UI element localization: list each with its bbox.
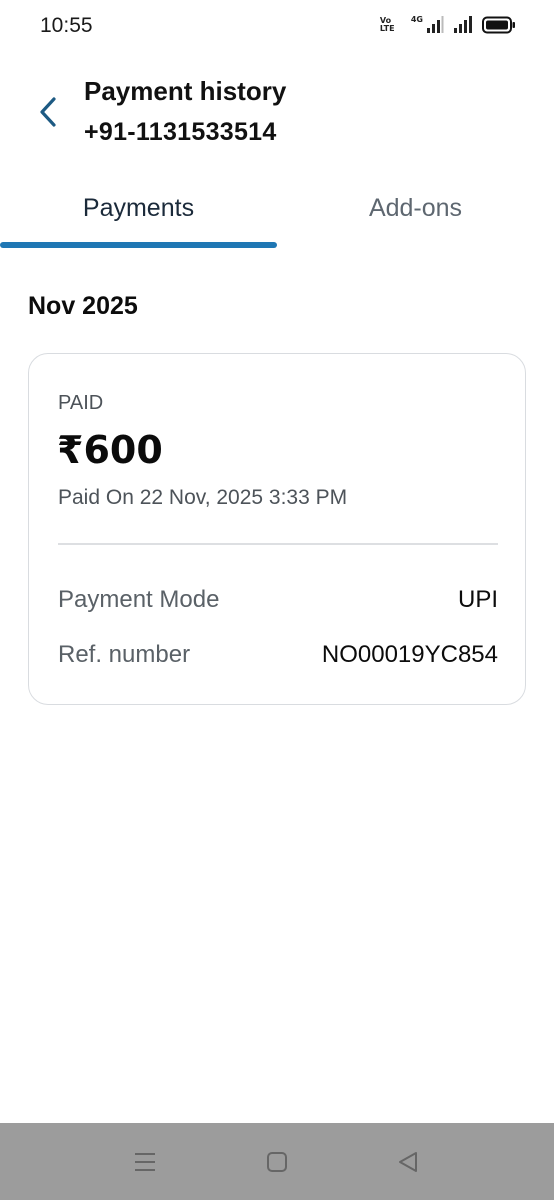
tab-payments[interactable]: Payments xyxy=(0,180,277,244)
page-title: Payment history xyxy=(84,76,287,106)
back-icon xyxy=(399,1152,417,1172)
back-button[interactable] xyxy=(32,92,64,132)
recents-button[interactable] xyxy=(125,1147,165,1177)
system-nav-bar xyxy=(0,1123,554,1200)
payment-status-label: PAID xyxy=(58,392,104,414)
app-header: Payment history +91-1131533514 xyxy=(0,70,554,160)
month-heading: Nov 2025 xyxy=(28,292,138,320)
payment-mode-value: UPI xyxy=(457,586,498,613)
active-tab-indicator xyxy=(0,242,277,248)
payment-mode-label: Payment Mode xyxy=(58,586,220,613)
card-divider xyxy=(58,543,498,545)
system-back-button[interactable] xyxy=(388,1147,428,1177)
status-bar: 10:55 Vo LTE 4G xyxy=(0,0,554,56)
tab-add-ons[interactable]: Add-ons xyxy=(277,180,554,244)
chevron-left-icon xyxy=(40,97,56,127)
signal-icon xyxy=(454,16,472,33)
tab-bar: Payments Add-ons xyxy=(0,180,554,252)
detail-row-ref-number: Ref. number NO00019YC854 xyxy=(58,641,498,669)
payment-card[interactable]: PAID ₹600 Paid On 22 Nov, 2025 3:33 PM P… xyxy=(28,353,526,705)
status-time: 10:55 xyxy=(40,14,93,37)
ref-number-label: Ref. number xyxy=(58,641,191,668)
paid-on-date: Paid On 22 Nov, 2025 3:33 PM xyxy=(58,486,348,509)
battery-icon xyxy=(482,16,515,34)
ref-number-value: NO00019YC854 xyxy=(321,641,498,668)
detail-row-payment-mode: Payment Mode UPI xyxy=(58,586,498,614)
phone-number: +91-1131533514 xyxy=(84,118,277,146)
status-icons: Vo LTE 4G xyxy=(379,14,516,34)
volte-icon: Vo LTE xyxy=(379,16,395,33)
payment-amount: ₹600 xyxy=(57,428,163,472)
menu-icon xyxy=(135,1153,155,1171)
home-icon xyxy=(267,1152,287,1172)
network-type-label: 4G xyxy=(410,14,423,24)
home-button[interactable] xyxy=(257,1147,297,1177)
signal-icon xyxy=(427,16,444,33)
